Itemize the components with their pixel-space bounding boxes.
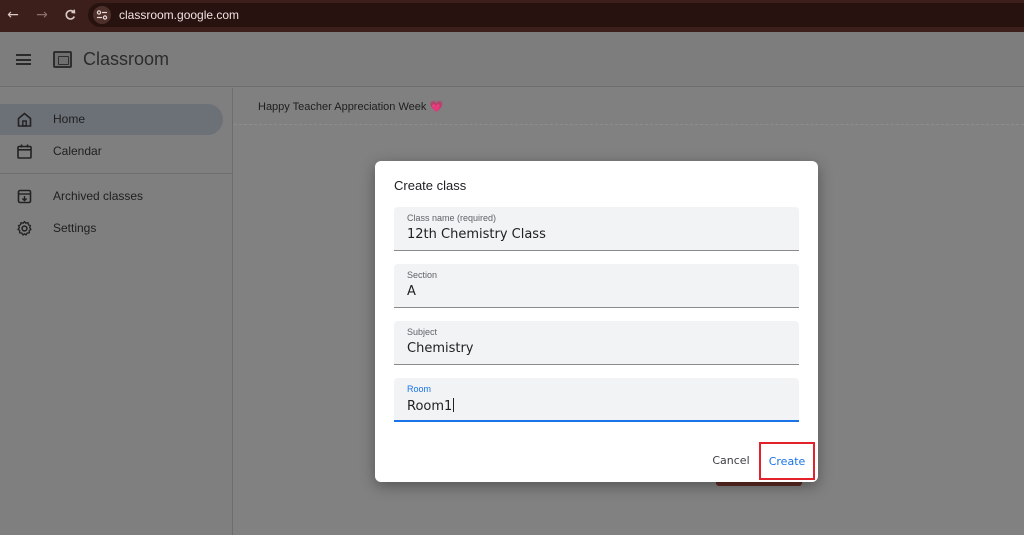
section-field[interactable]: Section A — [394, 264, 799, 308]
reload-icon[interactable] — [61, 6, 79, 24]
heart-icon: 💗 — [429, 100, 444, 113]
sidebar-item-settings[interactable]: Settings — [0, 213, 223, 244]
forward-arrow-icon[interactable]: → — [33, 6, 51, 24]
sidebar-item-calendar[interactable]: Calendar — [0, 136, 223, 167]
announcement-banner: Happy Teacher Appreciation Week 💗 — [234, 88, 1024, 125]
app-title[interactable]: Classroom — [83, 49, 169, 70]
field-value[interactable]: Chemistry — [407, 341, 474, 356]
back-arrow-icon[interactable]: ← — [4, 6, 22, 24]
banner-message: Happy Teacher Appreciation Week — [258, 101, 427, 113]
field-value[interactable]: Room1 — [407, 399, 452, 414]
class-name-field[interactable]: Class name (required) 12th Chemistry Cla… — [394, 207, 799, 251]
subject-field[interactable]: Subject Chemistry — [394, 321, 799, 365]
field-label: Section — [407, 270, 438, 280]
browser-toolbar: ← → classroom.google.com — [0, 0, 1024, 32]
room-field[interactable]: Room Room1 — [394, 378, 799, 422]
sidebar-item-label: Archived classes — [53, 189, 144, 203]
cancel-button[interactable]: Cancel — [707, 450, 755, 472]
field-value-wrap[interactable]: Room1 — [407, 398, 455, 414]
create-class-dialog: Create class Class name (required) 12th … — [375, 161, 818, 482]
field-label: Subject — [407, 327, 438, 337]
create-button[interactable]: Create — [759, 442, 815, 480]
gear-icon — [17, 220, 32, 236]
archive-icon — [17, 189, 32, 204]
sidebar: Home Calendar Archived classes Settings — [0, 88, 233, 535]
site-info-icon[interactable] — [93, 6, 111, 24]
app-header: Classroom — [0, 32, 1024, 87]
sidebar-divider — [0, 173, 233, 174]
address-bar[interactable]: classroom.google.com — [88, 3, 1024, 27]
banner-text: Happy Teacher Appreciation Week 💗 — [258, 100, 443, 113]
calendar-icon — [17, 144, 32, 159]
hamburger-menu-icon[interactable] — [16, 54, 31, 65]
sidebar-item-archived-classes[interactable]: Archived classes — [0, 181, 223, 212]
field-value[interactable]: 12th Chemistry Class — [407, 227, 546, 242]
sidebar-item-label: Home — [53, 112, 86, 126]
url-text[interactable]: classroom.google.com — [119, 8, 239, 22]
sidebar-item-home[interactable]: Home — [0, 104, 223, 135]
field-label: Class name (required) — [407, 213, 497, 223]
field-value[interactable]: A — [407, 284, 416, 299]
classroom-logo-icon[interactable] — [53, 51, 72, 68]
sidebar-item-label: Calendar — [53, 144, 102, 158]
home-icon — [17, 112, 32, 127]
sidebar-item-label: Settings — [53, 221, 97, 235]
field-label: Room — [407, 384, 432, 394]
dialog-title: Create class — [394, 178, 467, 193]
text-cursor — [453, 398, 455, 412]
